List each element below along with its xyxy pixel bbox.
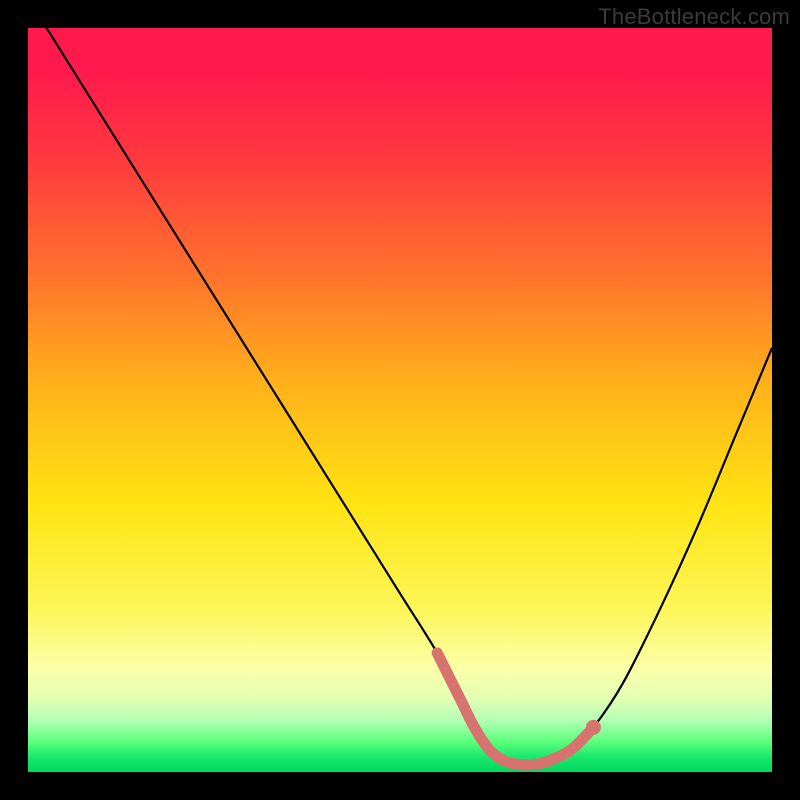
- bottleneck-curve: [28, 28, 772, 772]
- watermark-label: TheBottleneck.com: [598, 4, 790, 30]
- highlight-dot-icon: [586, 720, 601, 735]
- curve-path: [28, 28, 772, 765]
- chart-frame: TheBottleneck.com: [0, 0, 800, 800]
- plot-area: [28, 28, 772, 772]
- curve-highlight: [437, 653, 593, 765]
